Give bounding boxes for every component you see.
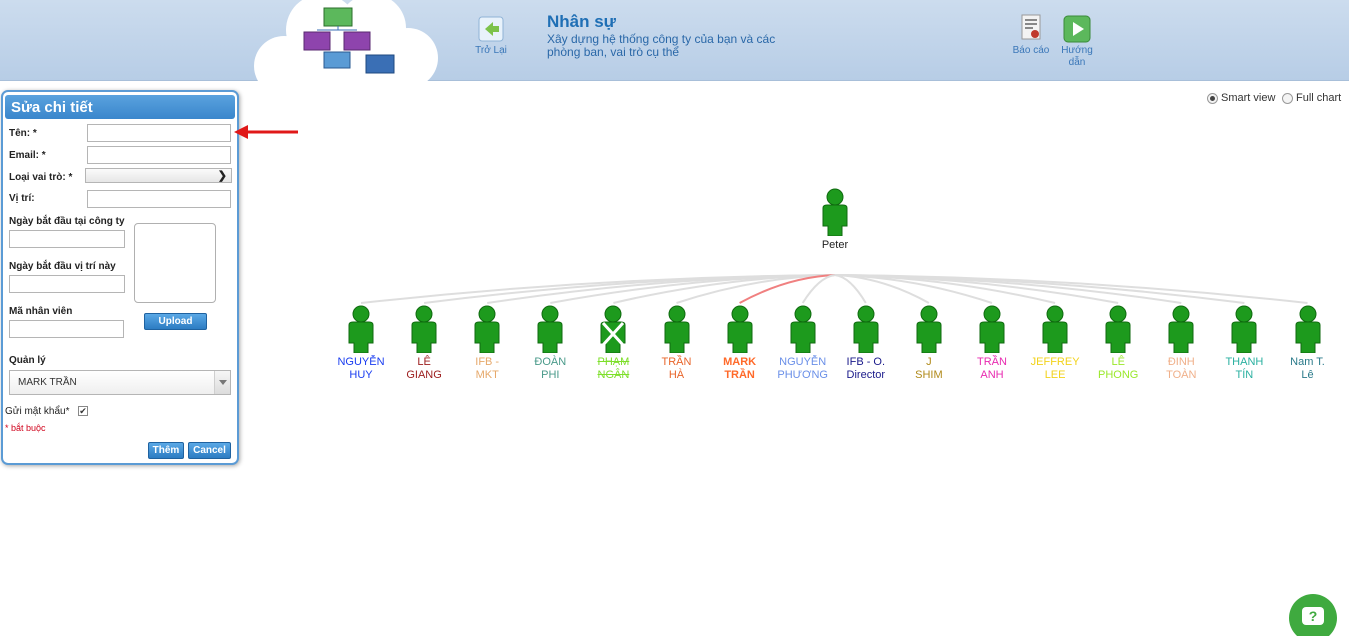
- org-node-child[interactable]: LÊ GIANG: [394, 305, 454, 382]
- org-node-name-line2: ANH: [980, 369, 1004, 381]
- org-node-name-line1: MARK: [723, 356, 757, 368]
- question-icon: ?: [1302, 607, 1324, 625]
- org-node-name-line2: SHIM: [915, 369, 943, 381]
- org-node-name: NGUYỄN HUY: [331, 356, 391, 382]
- org-node-name-line1: PHẠM: [597, 356, 630, 368]
- org-node-name-line2: MKT: [475, 369, 499, 381]
- org-node-child[interactable]: PHẠM NGÂN: [583, 305, 643, 382]
- org-node-name-line2: HÀ: [668, 369, 685, 381]
- person-icon: [664, 305, 689, 353]
- org-node-child[interactable]: NGUYỄN HUY: [331, 305, 391, 382]
- org-node-name-line1: ĐOÀN: [534, 356, 567, 368]
- person-icon: [474, 305, 500, 353]
- org-node-child[interactable]: JEFFREY LEE: [1025, 305, 1085, 382]
- org-node-child[interactable]: THANH TÍN: [1214, 305, 1274, 382]
- org-node-name-line2: TRẦN: [724, 369, 755, 381]
- org-node-name: Peter: [821, 239, 849, 251]
- org-node-name: ĐINH TOÀN: [1151, 356, 1211, 382]
- org-node-name-line2: PHƯƠNG: [777, 369, 828, 381]
- org-node-child[interactable]: ĐINH TOÀN: [1151, 305, 1211, 382]
- org-node-name: PHẠM NGÂN: [583, 356, 643, 382]
- org-node-root[interactable]: Peter: [805, 188, 865, 252]
- org-node-name: MARK TRẦN: [710, 356, 770, 382]
- org-node-name-line1: IFB -: [475, 356, 500, 368]
- org-node-child[interactable]: TRẦN HÀ: [647, 305, 707, 382]
- person-icon: [727, 305, 753, 353]
- org-node-name-line1: J: [926, 356, 932, 368]
- org-node-name-line2: TÍN: [1235, 369, 1254, 381]
- org-node-name: JEFFREY LEE: [1025, 356, 1085, 382]
- org-node-name-line2: TOÀN: [1166, 369, 1197, 381]
- help-button[interactable]: ?: [1289, 594, 1337, 636]
- org-node-child[interactable]: IFB - MKT: [457, 305, 517, 382]
- org-node-name-line1: JEFFREY: [1030, 356, 1080, 368]
- org-node-name-line2: Director: [846, 369, 886, 381]
- person-icon: [979, 305, 1005, 353]
- org-node-child[interactable]: IFB - O. Director: [836, 305, 896, 382]
- person-icon: [1042, 305, 1068, 353]
- org-connector-line: [801, 274, 836, 304]
- person-icon: [1295, 305, 1320, 353]
- org-node-name: IFB - O. Director: [836, 356, 896, 382]
- org-node-name: NGUYỄN PHƯƠNG: [773, 356, 833, 382]
- org-node-name-line1: LÊ: [1111, 356, 1125, 368]
- org-node-name-line2: PHONG: [1098, 369, 1139, 381]
- org-node-name-line1: TRẦN: [661, 356, 692, 368]
- org-node-child[interactable]: Nam T. Lê: [1278, 305, 1338, 382]
- org-node-name: Nam T. Lê: [1278, 356, 1338, 382]
- org-node-name-line1: NGUYỄN: [779, 356, 827, 368]
- org-node-child[interactable]: TRẦN ANH: [962, 305, 1022, 382]
- person-icon: [822, 188, 848, 236]
- org-node-name: J SHIM: [899, 356, 959, 382]
- org-node-name-line1: LÊ: [417, 356, 431, 368]
- org-node-name: LÊ PHONG: [1088, 356, 1148, 382]
- org-node-name-line2: HUY: [349, 369, 373, 381]
- org-node-name-line2: GIANG: [406, 369, 442, 381]
- org-node-child[interactable]: NGUYỄN PHƯƠNG: [773, 305, 833, 382]
- org-node-name-line2: LEE: [1044, 369, 1066, 381]
- person-icon: [348, 305, 374, 353]
- org-node-name: ĐOÀN PHI: [520, 356, 580, 382]
- org-node-child[interactable]: LÊ PHONG: [1088, 305, 1148, 382]
- person-icon: [600, 305, 626, 353]
- person-icon: [1168, 305, 1194, 353]
- org-node-name-line1: Nam T.: [1290, 356, 1325, 368]
- org-node-name: IFB - MKT: [457, 356, 517, 382]
- org-node-name-line2: NGÂN: [597, 369, 630, 381]
- person-icon: [1231, 305, 1257, 353]
- org-node-name-line1: NGUYỄN: [337, 356, 385, 368]
- org-node-child[interactable]: J SHIM: [899, 305, 959, 382]
- person-icon: [853, 305, 879, 353]
- person-icon: [537, 305, 563, 353]
- org-connector-line: [834, 274, 867, 304]
- org-node-child[interactable]: ĐOÀN PHI: [520, 305, 580, 382]
- person-icon: [790, 305, 816, 353]
- org-node-name: TRẦN ANH: [962, 356, 1022, 382]
- org-node-name-line2: PHI: [541, 369, 560, 381]
- person-icon: [1105, 305, 1131, 353]
- org-node-name-line1: ĐINH: [1167, 356, 1195, 368]
- person-icon: [411, 305, 437, 353]
- org-node-name: THANH TÍN: [1214, 356, 1274, 382]
- org-node-name-line2: Lê: [1301, 369, 1314, 381]
- org-node-child[interactable]: MARK TRẦN: [710, 305, 770, 382]
- org-node-name-line1: IFB - O.: [846, 356, 886, 368]
- person-icon: [916, 305, 942, 353]
- org-node-name: TRẦN HÀ: [647, 356, 707, 382]
- org-node-name: LÊ GIANG: [394, 356, 454, 382]
- org-node-name-line1: TRẦN: [977, 356, 1007, 368]
- org-node-name-line1: THANH: [1225, 356, 1264, 368]
